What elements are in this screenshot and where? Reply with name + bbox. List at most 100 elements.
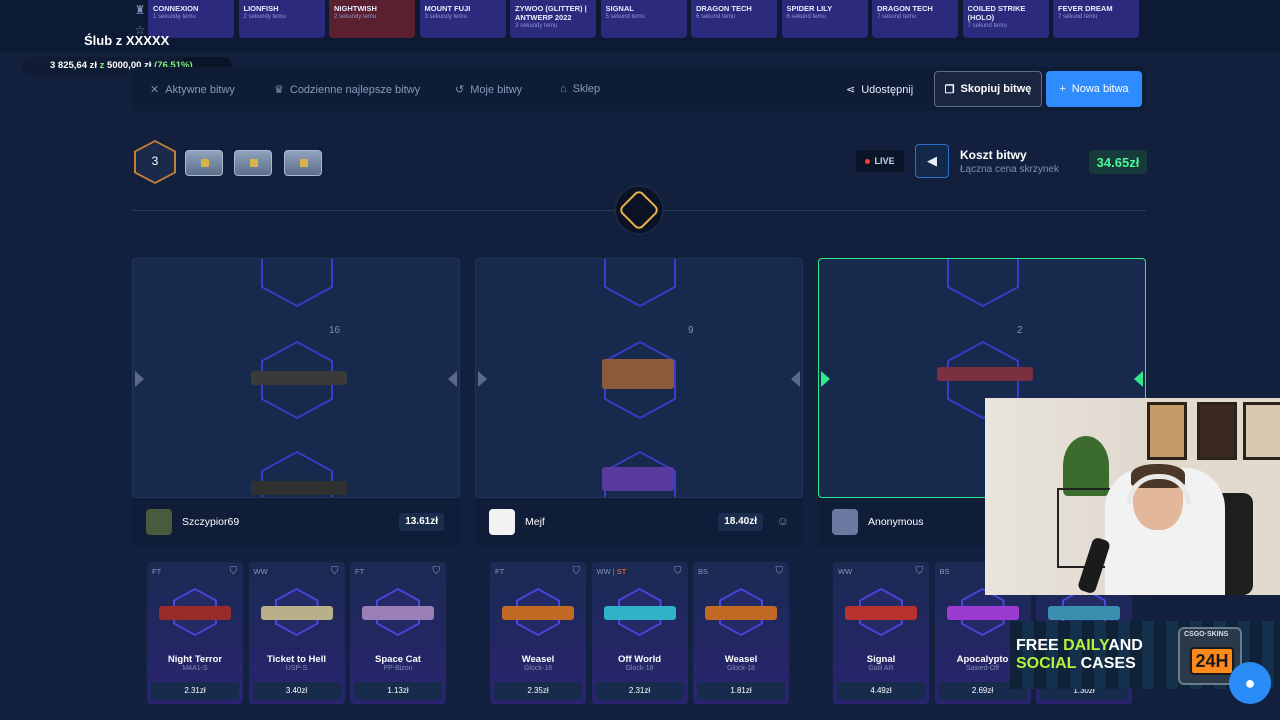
provably-fair-shield-icon[interactable]: ⛉	[331, 566, 339, 577]
player-row-2: Mejf 18.40zł ☺	[475, 498, 803, 546]
drop-card[interactable]: WW ⛉ Ticket to Hell USP-S 3.40zł	[248, 562, 345, 704]
share-icon: ⋖	[846, 84, 856, 96]
swords-icon: ✕	[150, 84, 160, 96]
basket-icon: ⌂	[560, 83, 567, 95]
item-condition: WW | ST	[596, 567, 627, 576]
feed-item[interactable]: SPIDER LILY 6 sekund temu	[781, 0, 868, 38]
item-name: Signal	[866, 654, 896, 665]
feed-item[interactable]: FEVER DREAM 7 sekund temu	[1053, 0, 1139, 38]
weapon-image	[603, 606, 676, 620]
history-icon: ↺	[455, 84, 465, 96]
streamer-webcam	[985, 398, 1280, 595]
feed-item[interactable]: SIGNAL 5 sekund temu	[600, 0, 687, 38]
share-button[interactable]: ⋖ Udostępnij	[846, 83, 913, 97]
provably-fair-shield-icon[interactable]: ⛉	[674, 566, 682, 577]
player-name[interactable]: Anonymous	[868, 516, 923, 528]
item-condition: FT	[355, 567, 365, 576]
sound-toggle-button[interactable]: ◀	[915, 144, 949, 178]
weapon-image	[502, 606, 574, 620]
weapon-image	[602, 359, 674, 389]
drop-card[interactable]: WW ⛉ Signal Galil AR 4.49zł	[833, 562, 929, 704]
trophy-icon[interactable]: ♜	[130, 0, 150, 20]
provably-fair-shield-icon[interactable]: ⛉	[916, 566, 924, 577]
nav-active-battles[interactable]: ✕ Aktywne bitwy	[150, 83, 235, 97]
feed-item[interactable]: ZYWOO (GLITTER) | ANTWERP 2022 3 sekundy …	[510, 0, 596, 38]
nav-my-battles[interactable]: ↺ Moje bitwy	[455, 83, 522, 97]
feed-item[interactable]: MOUNT FUJI 3 sekundy temu	[419, 0, 506, 38]
player-name[interactable]: Mejf	[525, 516, 545, 528]
drops-grid-2: FT ⛉ Weasel Glock-18 2.35zł WW | ST ⛉ Off Worl…	[475, 546, 803, 720]
nav-daily-label: Codzienne najlepsze bitwy	[289, 83, 421, 96]
battle-logo-icon	[614, 185, 664, 235]
avatar[interactable]	[146, 509, 172, 535]
feed-item-name: DRAGON TECH	[877, 4, 933, 13]
case-icon[interactable]	[234, 150, 272, 176]
slot-count: 9	[688, 325, 694, 336]
goal-title: Ślub z XXXXX	[84, 33, 170, 48]
slot-count: 2	[1017, 325, 1023, 336]
feed-item-name: MOUNT FUJI	[424, 4, 471, 13]
banner-and: AND	[1108, 637, 1143, 654]
feed-item[interactable]: COILED STRIKE (HOLO) 7 sekund temu	[962, 0, 1049, 38]
feed-item[interactable]: DRAGON TECH 7 sekund temu	[872, 0, 958, 38]
item-type: USP-S	[285, 665, 308, 672]
reel-panel-1: 16	[132, 258, 460, 498]
item-condition: WW	[253, 567, 268, 576]
wall-frame	[1147, 402, 1187, 460]
live-label: LIVE	[874, 156, 895, 166]
feed-item-time: 7 sekund temu	[967, 23, 1007, 29]
slot-hex-inner	[606, 259, 674, 305]
goal-z: z	[99, 60, 105, 71]
chat-button[interactable]: ●	[1229, 662, 1271, 704]
weapon-image	[937, 367, 1033, 381]
nav-shop[interactable]: ⌂ Sklep	[560, 83, 600, 95]
pointer-right-icon	[448, 371, 457, 387]
rounds-count: 3	[151, 154, 159, 168]
drop-card[interactable]: FT ⛉ Space Cat PP-Bizon 1.13zł	[350, 562, 446, 704]
feed-item[interactable]: DRAGON TECH 6 sekund temu	[691, 0, 777, 38]
drop-card[interactable]: WW | ST ⛉ Off World Glock-18 2.31zł	[591, 562, 688, 704]
weapon-image	[705, 606, 777, 620]
drop-card[interactable]: FT ⛉ Weasel Glock-18 2.35zł	[490, 562, 586, 704]
case-icon[interactable]	[185, 150, 223, 176]
pointer-right-icon	[791, 371, 800, 387]
wall-frame	[1197, 402, 1237, 460]
feed-item[interactable]: LIONFISH 2 sekundy temu	[238, 0, 325, 38]
weapon-image	[845, 606, 917, 620]
drop-card[interactable]: BS ⛉ Weasel Glock-18 1.81zł	[693, 562, 789, 704]
emoji-icon[interactable]: ☺	[777, 514, 789, 528]
provably-fair-shield-icon[interactable]: ⛉	[230, 566, 238, 577]
item-condition: BS	[939, 567, 950, 576]
copy-battle-button[interactable]: ❐ Skopiuj bitwę	[934, 71, 1042, 107]
banner-daily: DAILY	[1063, 637, 1109, 654]
plant	[1063, 436, 1109, 496]
nav-shop-label: Sklep	[572, 83, 601, 95]
avatar[interactable]	[489, 509, 515, 535]
wall-frame	[1243, 402, 1280, 460]
battle-cost-value: 34.65zł	[1089, 150, 1147, 174]
feed-item-name: NIGHTWISH	[334, 4, 377, 13]
provably-fair-shield-icon[interactable]: ⛉	[573, 566, 581, 577]
avatar[interactable]	[832, 509, 858, 535]
badge-value: 24H	[1190, 647, 1234, 675]
banner-line-2: SOCIAL CASES	[1016, 655, 1136, 673]
feed-item-time: 7 sekund temu	[1058, 14, 1098, 20]
case-icon[interactable]	[284, 150, 322, 176]
new-battle-button[interactable]: + Nowa bitwa	[1046, 71, 1142, 107]
weapon-image	[251, 481, 347, 495]
feed-item[interactable]: NIGHTWISH 2 sekundy temu	[329, 0, 415, 38]
item-condition: FT	[495, 567, 505, 576]
banner-free: FREE	[1016, 637, 1064, 654]
provably-fair-shield-icon[interactable]: ⛉	[776, 566, 784, 577]
provably-fair-shield-icon[interactable]: ⛉	[433, 566, 441, 577]
drop-card[interactable]: FT ⛉ Night Terror M4A1-S 2.31zł	[147, 562, 243, 704]
feed-item-time: 6 sekund temu	[696, 14, 736, 20]
battle-navbar: ✕ Aktywne bitwy ♛ Codzienne najlepsze bi…	[132, 67, 1146, 111]
nav-daily-best[interactable]: ♛ Codzienne najlepsze bitwy	[274, 83, 421, 97]
pointer-left-icon	[821, 371, 830, 387]
pointer-left-icon	[478, 371, 487, 387]
item-name: Space Cat	[375, 654, 421, 665]
player-name[interactable]: Szczypior69	[182, 516, 239, 528]
item-type: Galil AR	[868, 665, 894, 672]
feed-item-time: 5 sekund temu	[605, 14, 645, 20]
